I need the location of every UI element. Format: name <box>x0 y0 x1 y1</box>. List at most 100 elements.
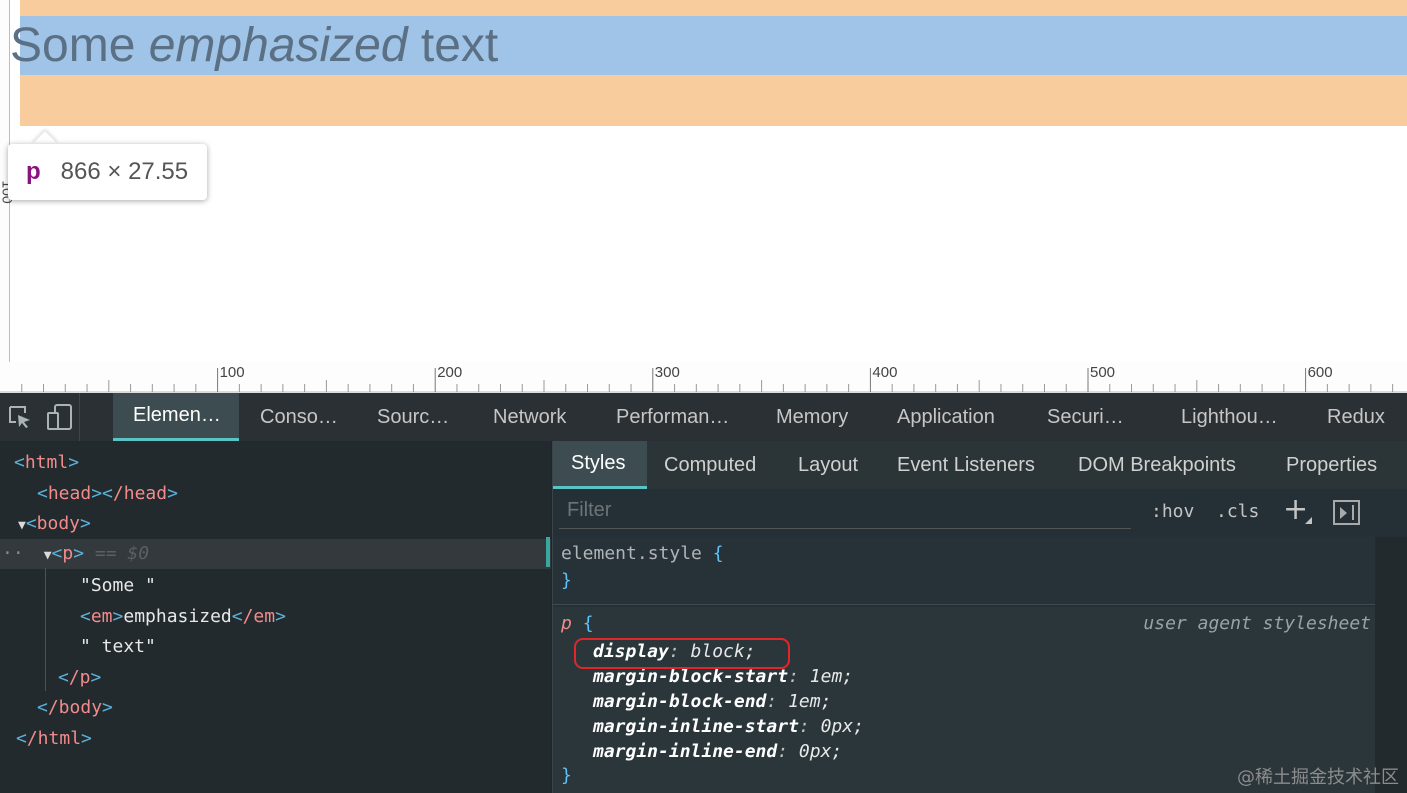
p-rule-open-brace: { <box>582 613 594 634</box>
ruler-label: 500 <box>1090 364 1115 381</box>
ruler-label: 400 <box>872 364 897 381</box>
element-style-open-brace: { <box>712 543 724 564</box>
tooltip-dimensions: 866 × 27.55 <box>60 158 189 185</box>
tooltip-tag-name: p <box>26 158 41 185</box>
styles-scrollbar[interactable] <box>1375 537 1407 793</box>
body-open-tag: body <box>36 513 81 534</box>
ruler-label: 300 <box>655 364 680 381</box>
tab-console[interactable]: Conso… <box>239 393 357 441</box>
page-viewport: 100 Some emphasized text p 866 × 27.55 1… <box>0 0 1407 393</box>
user-agent-stylesheet-label: user agent stylesheet <box>1143 613 1371 634</box>
tab-security[interactable]: Securi… <box>1027 393 1161 441</box>
tab-event-listeners[interactable]: Event Listeners <box>880 441 1060 489</box>
dom-node-p-selected[interactable]: ·· ▼<p> == $0 <box>0 539 551 569</box>
tab-styles[interactable]: Styles <box>553 441 647 489</box>
property-value[interactable]: 1em; <box>810 666 853 687</box>
dom-text-node[interactable]: " text" <box>0 632 551 662</box>
tab-network[interactable]: Network <box>473 393 596 441</box>
tab-redux[interactable]: Redux <box>1307 393 1407 441</box>
device-toggle-icon <box>46 404 72 430</box>
property-name: margin-block-start <box>593 666 789 687</box>
dom-node-html-close[interactable]: </html> <box>0 724 551 754</box>
element-style-close-brace: } <box>561 570 572 591</box>
devtools-tabbar: Elemen… Conso… Sourc… Network Performan…… <box>0 393 1407 441</box>
html-close-tag: /html <box>26 728 82 749</box>
element-inspect-tooltip: p 866 × 27.55 <box>8 144 207 200</box>
dom-node-p-close[interactable]: </p> <box>0 663 551 693</box>
html-open-tag: html <box>24 452 69 473</box>
tab-sources[interactable]: Sourc… <box>357 393 473 441</box>
tab-elements[interactable]: Elemen… <box>113 393 239 441</box>
text-node-some: "Some " <box>80 575 156 596</box>
ruler-label: 600 <box>1308 364 1333 381</box>
toggle-sidebar-icon[interactable] <box>1333 500 1360 525</box>
elements-tree: <html> <head></head> ▼<body> ·· ▼<p> == $… <box>0 441 551 793</box>
element-style-selector: element.style <box>561 543 702 564</box>
expand-arrow-icon[interactable]: ▼ <box>18 518 26 533</box>
text-node-text: " text" <box>80 636 156 657</box>
page-text-after: text <box>407 19 499 72</box>
dom-node-body[interactable]: ▼<body> <box>0 509 551 539</box>
watermark-text: @稀土掘金技术社区 <box>1237 767 1399 788</box>
selection-accent <box>546 537 550 567</box>
tab-application[interactable]: Application <box>877 393 1027 441</box>
annotation-highlight-box <box>574 638 790 669</box>
p-close-tag: /p <box>68 667 91 688</box>
styles-filter-row: :hov .cls + <box>553 489 1407 537</box>
dom-node-html[interactable]: <html> <box>0 448 551 478</box>
property-value[interactable]: 0px; <box>799 741 842 762</box>
property-name: margin-block-end <box>593 691 767 712</box>
p-rule-close-brace: } <box>561 765 572 786</box>
em-close-tag: /em <box>242 606 276 627</box>
inspect-cursor-icon <box>9 406 30 428</box>
tree-indent-guide <box>45 568 46 691</box>
declaration-margin-inline-end[interactable]: margin-inline-end: 0px; <box>593 741 842 762</box>
styles-sidebar: Styles Computed Layout Event Listeners D… <box>552 441 1407 793</box>
p-rule-selector: p <box>561 613 572 634</box>
expand-arrow-icon[interactable]: ▼ <box>44 548 52 563</box>
p-open-tag: p <box>62 543 74 564</box>
em-text: emphasized <box>123 606 232 627</box>
device-toolbar-button[interactable] <box>40 393 80 441</box>
styles-subtabbar: Styles Computed Layout Event Listeners D… <box>553 441 1407 489</box>
tab-lighthouse[interactable]: Lighthou… <box>1161 393 1307 441</box>
ruler-label: 100 <box>220 364 245 381</box>
page-text-emphasized: emphasized <box>148 19 408 72</box>
selected-node-marker: == $0 <box>94 543 150 564</box>
dom-node-body-close[interactable]: </body> <box>0 693 551 723</box>
styles-filter-input[interactable] <box>559 493 1131 529</box>
tab-performance[interactable]: Performan… <box>596 393 756 441</box>
margin-highlight-bottom <box>20 75 1407 126</box>
ruler-label: 200 <box>437 364 462 381</box>
property-value[interactable]: 0px; <box>821 716 864 737</box>
dom-node-head[interactable]: <head></head> <box>0 479 551 509</box>
new-rule-menu-icon <box>1305 517 1312 524</box>
tab-computed[interactable]: Computed <box>647 441 780 489</box>
hover-state-toggle[interactable]: :hov <box>1151 501 1194 522</box>
property-value[interactable]: 1em; <box>788 691 831 712</box>
tab-memory[interactable]: Memory <box>756 393 877 441</box>
dom-node-em[interactable]: <em>emphasized</em> <box>0 602 551 632</box>
page-text-before: Some <box>10 19 149 72</box>
page-paragraph[interactable]: Some emphasized text <box>10 18 498 74</box>
element-style-rule[interactable]: element.style { } <box>553 537 1375 605</box>
tab-dom-breakpoints[interactable]: DOM Breakpoints <box>1060 441 1262 489</box>
inspect-element-button[interactable] <box>0 393 40 441</box>
tab-layout[interactable]: Layout <box>780 441 880 489</box>
tab-properties[interactable]: Properties <box>1262 441 1407 489</box>
class-toggle[interactable]: .cls <box>1216 501 1259 522</box>
head-close-tag: /head <box>112 483 168 504</box>
dom-text-node[interactable]: "Some " <box>0 571 551 601</box>
head-open-tag: head <box>47 483 92 504</box>
declaration-margin-block-end[interactable]: margin-block-end: 1em; <box>593 691 831 712</box>
property-name: margin-inline-start <box>593 716 799 737</box>
declaration-margin-inline-start[interactable]: margin-inline-start: 0px; <box>593 716 864 737</box>
more-options-icon[interactable]: ·· <box>2 543 24 564</box>
em-open-tag: em <box>90 606 113 627</box>
property-name: margin-inline-end <box>593 741 778 762</box>
declaration-margin-block-start[interactable]: margin-block-start: 1em; <box>593 666 853 687</box>
margin-highlight-top <box>20 0 1407 16</box>
devtools-panel: Elemen… Conso… Sourc… Network Performan…… <box>0 393 1407 793</box>
horizontal-ruler: 100 200 300 400 500 600 <box>0 362 1407 393</box>
body-close-tag: /body <box>47 697 103 718</box>
